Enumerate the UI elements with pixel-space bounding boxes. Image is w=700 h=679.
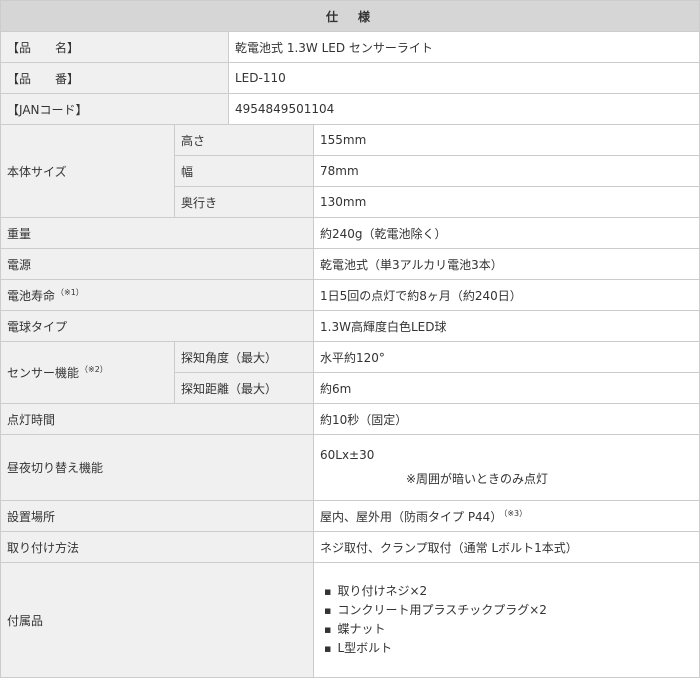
size-height-label: 高さ <box>174 124 314 156</box>
name-label: 【品 名】 <box>0 31 229 63</box>
accessories-cell: 取り付けネジ×2 コンクリート用プラスチックプラグ×2 蝶ナット L型ボルト <box>312 562 700 678</box>
duration-label: 点灯時間 <box>0 403 314 435</box>
duration-value: 約10秒（固定） <box>312 403 700 435</box>
spec-table: 仕 様 【品 名】 乾電池式 1.3W LED センサーライト 【品 番】 LE… <box>0 0 700 678</box>
weight-label: 重量 <box>0 217 314 249</box>
size-height-value: 155mm <box>312 124 700 156</box>
power-label: 電源 <box>0 248 314 280</box>
sensor-angle-label: 探知角度（最大） <box>174 341 314 373</box>
size-width-label: 幅 <box>174 155 314 187</box>
name-value: 乾電池式 1.3W LED センサーライト <box>227 31 700 63</box>
daynight-cell: 60Lx±30 ※周囲が暗いときのみ点灯 <box>312 434 700 501</box>
sensor-label: センサー機能（※2） <box>0 341 175 404</box>
weight-value: 約240g（乾電池除く） <box>312 217 700 249</box>
size-label: 本体サイズ <box>0 124 175 218</box>
daynight-note: ※周囲が暗いときのみ点灯 <box>406 472 549 486</box>
location-note: （※3） <box>503 508 528 518</box>
mounting-label: 取り付け方法 <box>0 531 314 563</box>
accessory-item: 蝶ナット <box>324 620 699 639</box>
size-depth-label: 奥行き <box>174 186 314 218</box>
location-value: 屋内、屋外用（防雨タイプ P44） <box>320 509 503 524</box>
battery-life-value: 1日5回の点灯で約8ヶ月（約240日） <box>312 279 700 311</box>
location-cell: 屋内、屋外用（防雨タイプ P44）（※3） <box>312 500 700 532</box>
jan-label: 【JANコード】 <box>0 93 229 125</box>
sensor-label-text: センサー機能 <box>7 366 80 380</box>
bulb-value: 1.3W高輝度白色LED球 <box>312 310 700 342</box>
daynight-label: 昼夜切り替え機能 <box>0 434 314 501</box>
battery-life-label: 電池寿命（※1） <box>0 279 314 311</box>
sensor-distance-label: 探知距離（最大） <box>174 372 314 404</box>
accessories-label: 付属品 <box>0 562 314 678</box>
bulb-label: 電球タイプ <box>0 310 314 342</box>
model-label: 【品 番】 <box>0 62 229 94</box>
table-title: 仕 様 <box>0 0 700 32</box>
accessory-item: 取り付けネジ×2 <box>324 582 699 601</box>
size-depth-value: 130mm <box>312 186 700 218</box>
battery-life-label-text: 電池寿命 <box>7 288 56 303</box>
battery-life-note: （※1） <box>56 287 84 297</box>
sensor-angle-value: 水平約120° <box>312 341 700 373</box>
jan-value: 4954849501104 <box>227 93 700 125</box>
location-label: 設置場所 <box>0 500 314 532</box>
accessory-item: L型ボルト <box>324 639 699 658</box>
mounting-value: ネジ取付、クランプ取付（通常 Lボルト1本式） <box>312 531 700 563</box>
accessories-list: 取り付けネジ×2 コンクリート用プラスチックプラグ×2 蝶ナット L型ボルト <box>320 582 699 658</box>
sensor-note: （※2） <box>80 365 108 374</box>
model-value: LED-110 <box>227 62 700 94</box>
daynight-value: 60Lx±30 <box>320 448 375 462</box>
sensor-distance-value: 約6m <box>312 372 700 404</box>
power-value: 乾電池式（単3アルカリ電池3本） <box>312 248 700 280</box>
size-width-value: 78mm <box>312 155 700 187</box>
accessory-item: コンクリート用プラスチックプラグ×2 <box>324 601 699 620</box>
